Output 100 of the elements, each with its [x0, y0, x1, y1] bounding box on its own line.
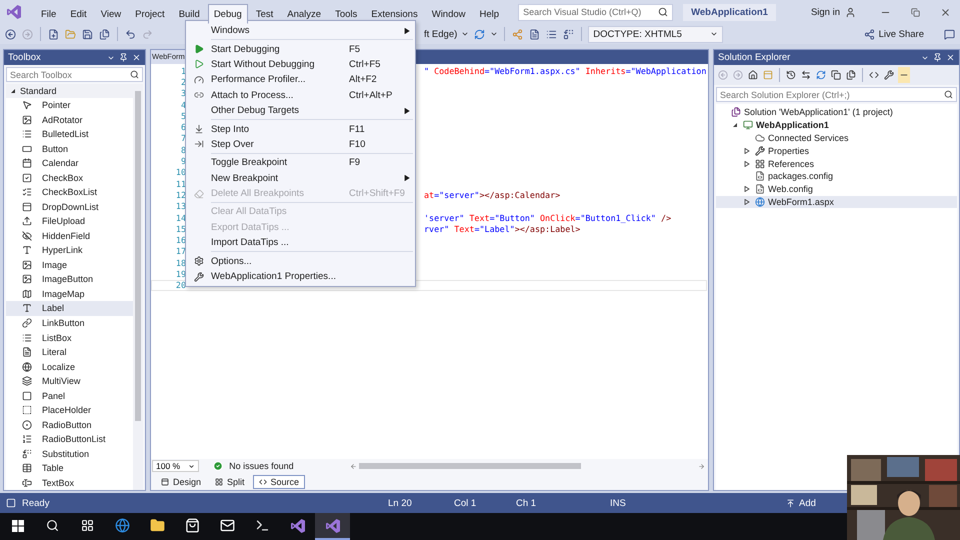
pin-icon[interactable] — [119, 53, 128, 62]
caret-icon[interactable] — [490, 30, 498, 38]
toolbox-item[interactable]: Table — [6, 461, 133, 476]
project-icon — [743, 120, 753, 130]
tree-item[interactable]: WebForm1.aspx — [716, 196, 957, 208]
tree-item[interactable]: Solution 'WebApplication1' (1 project) — [716, 106, 957, 119]
close-icon[interactable] — [940, 6, 950, 18]
caret-icon[interactable] — [461, 30, 470, 38]
menu-item[interactable]: Test — [250, 4, 280, 24]
list-icon — [22, 129, 32, 140]
menu-item[interactable]: Analyze — [281, 4, 328, 24]
search-input[interactable]: Search Visual Studio (Ctrl+Q) — [523, 7, 658, 17]
toolbox-item[interactable]: ImageButton — [6, 272, 133, 287]
close-icon[interactable] — [132, 53, 141, 62]
search-field[interactable]: Search Solution Explorer (Ctrl+;) — [716, 87, 957, 102]
search-input[interactable]: Search Toolbox — [10, 70, 130, 80]
toolbox-item[interactable]: LinkButton — [6, 316, 133, 330]
restore-icon[interactable] — [910, 8, 920, 16]
toolbox-item[interactable]: DropDownList — [6, 200, 133, 214]
toolbox-item[interactable]: ListBox — [6, 330, 133, 345]
issues-status[interactable]: No issues found — [229, 461, 294, 471]
menu-entry[interactable]: New Breakpoint — [186, 170, 415, 186]
toolbox-item[interactable]: Localize — [6, 359, 133, 374]
search-input[interactable]: Search Solution Explorer (Ctrl+;) — [720, 90, 944, 100]
user-icon[interactable] — [845, 6, 856, 18]
zoom-dropdown[interactable]: 100 % — [152, 460, 200, 472]
menu-item[interactable]: Window — [426, 4, 472, 24]
toolbox-item[interactable]: Label — [6, 301, 133, 316]
toolbox-item[interactable]: Literal — [6, 344, 133, 360]
toolbox-item[interactable]: AdRotator — [6, 112, 133, 127]
toolbox-item[interactable]: Panel — [6, 388, 133, 403]
menu-entry[interactable]: Performance Profiler... Alt+F2 — [186, 72, 415, 88]
view-tab[interactable]: Split — [209, 474, 251, 488]
tree-item[interactable]: Properties — [716, 144, 957, 158]
toolbox-item[interactable]: CheckBox — [6, 170, 133, 185]
scrollbar[interactable] — [133, 84, 143, 490]
doctype-dropdown[interactable]: DOCTYPE: XHTML5 — [588, 26, 723, 42]
references-icon — [755, 158, 765, 169]
char-indicator: Ch 1 — [516, 498, 538, 508]
toolbox-item[interactable]: Button — [6, 141, 133, 156]
menu-entry[interactable]: Windows — [186, 23, 415, 38]
toolbox-item[interactable]: Calendar — [6, 156, 133, 170]
toolbox-item[interactable]: ImageMap — [6, 286, 133, 302]
toolbox-item[interactable]: BulletedList — [6, 126, 133, 142]
toolbox-item[interactable]: PlaceHolder — [6, 402, 133, 418]
menu-entry[interactable]: Other Debug Targets — [186, 102, 415, 118]
close-icon[interactable] — [946, 53, 955, 62]
toolbox-item[interactable]: TextBox — [6, 476, 133, 490]
toolbox-item[interactable]: RadioButton — [6, 417, 133, 432]
tree-item[interactable]: Connected Services — [716, 132, 957, 144]
menu-item[interactable]: Debug — [208, 4, 248, 24]
search-field[interactable]: Search Visual Studio (Ctrl+Q) — [518, 4, 674, 20]
menu-entry[interactable]: Step Into F11 — [186, 121, 415, 137]
toolbox-item[interactable]: Substitution — [6, 446, 133, 462]
scroll-left-icon[interactable] — [350, 462, 357, 470]
upload-icon[interactable] — [786, 498, 795, 508]
menu-item[interactable]: View — [94, 4, 128, 24]
tree-item[interactable]: WebApplication1 — [716, 118, 957, 132]
menu-entry[interactable]: WebApplication1 Properties... — [186, 268, 415, 284]
menu-entry[interactable]: Toggle Breakpoint F9 — [186, 155, 415, 171]
menu-item[interactable]: Tools — [329, 4, 364, 24]
tree-item[interactable]: References — [716, 157, 957, 170]
sign-in-link[interactable]: Sign in — [810, 6, 840, 18]
menu-entry[interactable]: Options... — [186, 253, 415, 269]
menu-entry[interactable]: Attach to Process... Ctrl+Alt+P — [186, 88, 415, 103]
browser-label[interactable]: ft Edge) — [424, 28, 458, 40]
expanded-arrow-icon[interactable] — [10, 88, 16, 94]
menu-item[interactable]: Edit — [64, 4, 93, 24]
live-share-button[interactable]: Live Share — [862, 26, 925, 42]
windows-logo-icon[interactable] — [12, 520, 24, 532]
view-tab[interactable]: Source — [252, 474, 306, 488]
group-header[interactable]: Standard — [6, 84, 133, 98]
toolbox-item[interactable]: HiddenField — [6, 228, 133, 244]
toolbox-item[interactable]: FileUpload — [6, 214, 133, 229]
add-source-control-button[interactable]: Add — [799, 498, 829, 508]
toolbox-item[interactable]: HyperLink — [6, 243, 133, 258]
menu-item[interactable]: Extensions — [365, 4, 424, 24]
search-field[interactable]: Search Toolbox — [6, 67, 143, 82]
menu-item[interactable]: Build — [172, 4, 206, 24]
menu-entry[interactable]: Step Over F10 — [186, 136, 415, 152]
tree-item[interactable]: packages.config — [716, 170, 957, 183]
menu-entry[interactable]: Import DataTips ... — [186, 235, 415, 250]
toolbox-item[interactable]: Pointer — [6, 98, 133, 112]
pin-icon[interactable] — [933, 53, 942, 62]
scrollbar[interactable] — [350, 462, 705, 470]
expanded-arrow-icon[interactable] — [732, 122, 738, 128]
tree-item[interactable]: Web.config — [716, 182, 957, 196]
menu-item[interactable]: Project — [129, 4, 171, 24]
scroll-right-icon[interactable] — [698, 462, 705, 470]
toolbox-item[interactable]: MultiView — [6, 374, 133, 388]
menu-item[interactable]: File — [35, 4, 62, 24]
status-icon — [6, 498, 16, 508]
search-icon[interactable] — [46, 519, 59, 532]
visual-studio-taskbar-icon[interactable] — [315, 513, 350, 540]
toolbox-item[interactable]: CheckBoxList — [6, 184, 133, 200]
task-view-icon[interactable] — [81, 519, 94, 532]
toolbox-item[interactable]: RadioButtonList — [6, 432, 133, 447]
view-tab[interactable]: Design — [155, 474, 208, 488]
menu-item[interactable]: Help — [474, 4, 506, 24]
toolbox-item[interactable]: Image — [6, 258, 133, 272]
